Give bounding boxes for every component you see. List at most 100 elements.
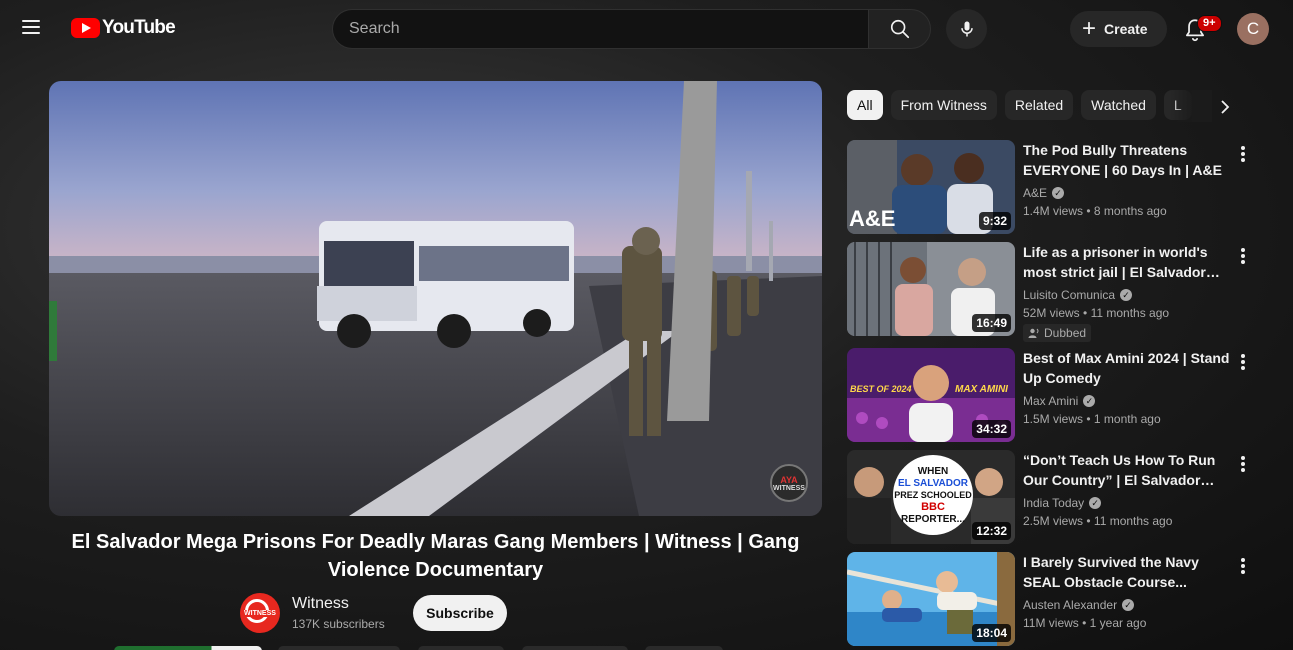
logo-text: YouTube — [102, 17, 176, 38]
youtube-logo[interactable]: YouTube — [71, 17, 176, 39]
notification-badge: 9+ — [1197, 15, 1222, 32]
upload-age: 11 months ago — [1093, 514, 1173, 528]
video-meta: Life as a prisoner in world's most stric… — [1023, 242, 1233, 344]
chip-related[interactable]: Related — [1004, 90, 1074, 120]
channel-row: WITNESS Witness 137K subscribers Subscri… — [240, 593, 507, 633]
more-actions-icon[interactable] — [1231, 142, 1255, 166]
channel-line: Max Amini ✓ — [1023, 392, 1233, 410]
create-button[interactable]: + Create — [1070, 11, 1167, 47]
channel-name[interactable]: Max Amini — [1023, 392, 1078, 410]
related-video-item[interactable]: 16:49 Life as a prisoner in world's most… — [847, 242, 1257, 342]
video-stats: 52M views • 11 months ago — [1023, 306, 1170, 320]
video-title[interactable]: “Don’t Teach Us How To Run Our Country” … — [1023, 450, 1233, 490]
chevron-right-icon — [1221, 100, 1230, 114]
more-actions-icon[interactable] — [1231, 350, 1255, 374]
thumb-text-left: BEST OF 2024 — [850, 384, 912, 394]
video-stats: 11M views • 1 year ago — [1023, 616, 1147, 630]
channel-name[interactable]: A&E — [1023, 184, 1047, 202]
channel-avatar[interactable]: WITNESS — [240, 593, 280, 633]
video-meta: I Barely Survived the Navy SEAL Obstacle… — [1023, 552, 1233, 632]
view-count: 52M views — [1023, 306, 1080, 320]
chips-next-button[interactable] — [1210, 92, 1240, 122]
video-frame — [49, 81, 822, 516]
chips-fade — [1170, 90, 1212, 122]
youtube-play-icon — [71, 18, 100, 38]
related-video-item[interactable]: WHEN EL SALVADOR PREZ SCHOOLED BBC REPOR… — [847, 450, 1257, 544]
video-duration: 18:04 — [972, 624, 1011, 642]
actions-row-peek-5 — [645, 646, 723, 650]
video-title[interactable]: Life as a prisoner in world's most stric… — [1023, 242, 1233, 282]
actions-row-peek-2 — [278, 646, 400, 650]
related-video-item[interactable]: A&E 9:32 The Pod Bully Threatens EVERYON… — [847, 140, 1257, 234]
channel-line: India Today ✓ — [1023, 494, 1233, 512]
dubbed-icon — [1028, 328, 1039, 338]
video-stats: 1.4M views • 8 months ago — [1023, 204, 1167, 218]
video-title[interactable]: The Pod Bully Threatens EVERYONE | 60 Da… — [1023, 140, 1233, 180]
more-actions-icon[interactable] — [1231, 244, 1255, 268]
view-count: 11M views — [1023, 616, 1079, 630]
video-title[interactable]: I Barely Survived the Navy SEAL Obstacle… — [1023, 552, 1233, 592]
video-stats: 2.5M views • 11 months ago — [1023, 514, 1173, 528]
related-video-item[interactable]: BEST OF 2024 MAX AMINI 34:32 Best of Max… — [847, 348, 1257, 442]
chip-watched[interactable]: Watched — [1081, 90, 1156, 120]
channel-line: Luisito Comunica ✓ — [1023, 286, 1233, 304]
watermark-top-text: AYA — [780, 474, 798, 485]
chip-from-witness[interactable]: From Witness — [890, 90, 997, 120]
channel-name[interactable]: India Today — [1023, 494, 1084, 512]
upload-age: 8 months ago — [1093, 204, 1167, 218]
chip-all[interactable]: All — [847, 90, 883, 120]
thumb-brand-text: A&E — [849, 206, 895, 231]
channel-name[interactable]: Austen Alexander — [1023, 596, 1117, 614]
top-bar: YouTube + Create 9+ C — [0, 0, 1293, 58]
video-duration: 34:32 — [972, 420, 1011, 438]
search-button[interactable] — [868, 9, 931, 49]
channel-info: Witness 137K subscribers — [292, 593, 401, 633]
channel-line: Austen Alexander ✓ — [1023, 596, 1233, 614]
video-duration: 12:32 — [972, 522, 1011, 540]
subscriber-count: 137K subscribers — [292, 617, 385, 631]
bus-shape — [317, 221, 574, 348]
channel-line: A&E ✓ — [1023, 184, 1233, 202]
plus-icon: + — [1082, 15, 1097, 42]
thumb-line-3: PREZ SCHOOLED — [894, 490, 972, 500]
actions-row-peek-3 — [418, 646, 504, 650]
channel-name[interactable]: Luisito Comunica — [1023, 286, 1115, 304]
channel-watermark: AYA WITNESS — [770, 464, 808, 502]
subscribe-button[interactable]: Subscribe — [413, 595, 507, 631]
search-input[interactable] — [332, 9, 868, 49]
video-player[interactable]: AYA WITNESS — [49, 81, 822, 516]
video-thumbnail[interactable]: BEST OF 2024 MAX AMINI 34:32 — [847, 348, 1015, 442]
related-video-item[interactable]: 18:04 I Barely Survived the Navy SEAL Ob… — [847, 552, 1257, 646]
actions-row-peek-1 — [114, 646, 262, 650]
thumb-line-5: REPORTER... — [901, 514, 965, 525]
menu-icon[interactable] — [22, 17, 48, 41]
thumb-line-1: WHEN — [918, 466, 949, 477]
verified-icon: ✓ — [1052, 187, 1065, 199]
video-thumbnail[interactable]: 16:49 — [847, 242, 1015, 336]
avatar-letter: C — [1246, 19, 1260, 38]
voice-search-button[interactable] — [946, 9, 987, 49]
more-actions-icon[interactable] — [1231, 554, 1255, 578]
view-count: 1.5M views — [1023, 412, 1084, 426]
search-icon — [890, 19, 909, 39]
channel-name[interactable]: Witness — [292, 593, 401, 615]
thumb-text-right: MAX AMINI — [955, 384, 1008, 395]
channel-avatar-text: WITNESS — [243, 609, 277, 617]
dubbed-badge: Dubbed — [1023, 324, 1092, 342]
upload-age: 1 month ago — [1093, 412, 1161, 426]
thumb-line-2: EL SALVADOR — [898, 478, 969, 489]
video-meta: “Don’t Teach Us How To Run Our Country” … — [1023, 450, 1233, 530]
filter-chips: All From Witness Related Watched L — [847, 90, 1207, 122]
verified-icon: ✓ — [1089, 497, 1102, 509]
more-actions-icon[interactable] — [1231, 452, 1255, 476]
dubbed-label: Dubbed — [1044, 326, 1087, 340]
video-title[interactable]: Best of Max Amini 2024 | Stand Up Comedy — [1023, 348, 1233, 388]
video-stats: 1.5M views • 1 month ago — [1023, 412, 1161, 426]
video-thumbnail[interactable]: WHEN EL SALVADOR PREZ SCHOOLED BBC REPOR… — [847, 450, 1015, 544]
account-avatar[interactable]: C — [1237, 13, 1269, 45]
video-thumbnail[interactable]: A&E 9:32 — [847, 140, 1015, 234]
verified-icon: ✓ — [1083, 395, 1096, 407]
video-duration: 9:32 — [978, 212, 1011, 230]
view-count: 1.4M views — [1023, 204, 1084, 218]
video-thumbnail[interactable]: 18:04 — [847, 552, 1015, 646]
